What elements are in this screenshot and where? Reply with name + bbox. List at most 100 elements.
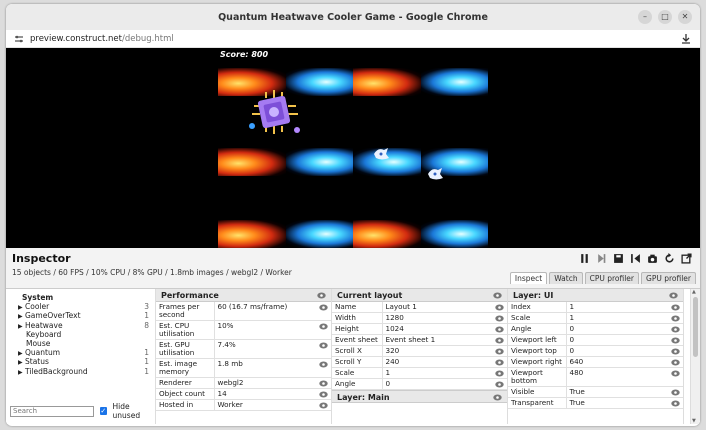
eye-icon[interactable] [671, 348, 680, 355]
tree-item-label: Mouse [26, 338, 51, 348]
tree-item-gameovertext[interactable]: ▶ GameOverText 1 [18, 311, 149, 320]
eye-icon[interactable] [671, 389, 680, 396]
property-value-cell[interactable]: 0 [382, 378, 507, 390]
property-value-cell[interactable]: Layout 1 [382, 302, 507, 313]
tree-item-tiledbackground[interactable]: ▶ TiledBackground 1 [18, 367, 149, 376]
tree-item-mouse[interactable]: Mouse [18, 339, 149, 348]
tree-item-label: Heatwave [25, 320, 63, 330]
property-value-cell[interactable]: 1.8 mb [214, 358, 331, 378]
pause-icon[interactable] [579, 253, 590, 264]
tab-gpu-profiler[interactable]: GPU profiler [641, 272, 696, 284]
eye-icon[interactable] [493, 394, 502, 401]
eye-icon[interactable] [495, 315, 504, 322]
minimize-button[interactable]: – [638, 10, 652, 24]
property-value-cell[interactable]: Event sheet 1 [382, 334, 507, 346]
property-value-cell[interactable]: 14 [214, 388, 331, 400]
tree-item-quantum[interactable]: ▶ Quantum 1 [18, 348, 149, 357]
tree-item-system[interactable]: System [18, 293, 149, 302]
maximize-button[interactable]: □ [658, 10, 672, 24]
eye-icon[interactable] [671, 370, 680, 377]
property-value-cell[interactable]: 0 [566, 345, 683, 357]
eye-icon[interactable] [319, 304, 328, 311]
expand-arrow-icon[interactable]: ▶ [18, 368, 25, 377]
eye-icon[interactable] [319, 323, 328, 330]
object-list: System ▶ Cooler 3 ▶ GameOverText 1 ▶ Heatwave… [6, 289, 155, 376]
search-input[interactable] [10, 405, 94, 417]
eye-icon[interactable] [671, 315, 680, 322]
eye-icon[interactable] [495, 381, 504, 388]
tab-watch[interactable]: Watch [549, 272, 583, 284]
eye-icon[interactable] [671, 400, 680, 407]
scroll-up-icon[interactable]: ▲ [692, 289, 696, 295]
step-icon[interactable] [596, 253, 607, 264]
property-value-cell[interactable]: 1 [566, 312, 683, 324]
reload-icon[interactable] [664, 253, 675, 264]
property-value-cell[interactable]: 10% [214, 320, 331, 340]
eye-icon[interactable] [671, 326, 680, 333]
eye-icon[interactable] [495, 370, 504, 377]
game-canvas[interactable]: Score: 800 [6, 48, 700, 248]
address-bar[interactable]: preview.construct.net/debug.html [6, 30, 700, 48]
eye-icon[interactable] [319, 391, 328, 398]
eye-icon[interactable] [671, 359, 680, 366]
eye-icon[interactable] [319, 402, 328, 409]
property-value-cell[interactable]: 1280 [382, 312, 507, 324]
property-name: Est. CPU utilisation [156, 320, 215, 340]
heatwave-blue [285, 148, 353, 176]
tree-item-label: Cooler [25, 302, 50, 312]
tree-item-status[interactable]: ▶ Status 1 [18, 357, 149, 366]
eye-icon[interactable] [671, 304, 680, 311]
eye-icon[interactable] [319, 342, 328, 349]
url-path: /debug.html [122, 33, 174, 44]
eye-icon[interactable] [319, 380, 328, 387]
eye-icon[interactable] [495, 359, 504, 366]
property-value-cell[interactable]: 60 (16.7 ms/frame) [214, 302, 331, 321]
eye-icon[interactable] [493, 292, 502, 299]
property-value-cell[interactable]: 320 [382, 345, 507, 357]
tree-item-keyboard[interactable]: Keyboard [18, 330, 149, 339]
restart-icon[interactable] [630, 253, 641, 264]
eye-icon[interactable] [319, 361, 328, 368]
property-value-cell[interactable]: True [566, 386, 683, 398]
property-row: Width 1280 [332, 312, 507, 324]
close-button[interactable]: ✕ [678, 10, 692, 24]
tree-item-count: 3 [144, 302, 149, 312]
property-value-cell[interactable]: 240 [382, 356, 507, 368]
url-text[interactable]: preview.construct.net/debug.html [30, 34, 174, 44]
property-value-cell[interactable]: 0 [566, 334, 683, 346]
scroll-down-icon[interactable]: ▼ [692, 418, 696, 424]
eye-icon[interactable] [317, 292, 326, 299]
download-icon[interactable] [680, 33, 692, 45]
tune-icon[interactable] [14, 34, 24, 44]
scrollbar-thumb[interactable] [693, 297, 698, 357]
property-value-cell[interactable]: 0 [566, 323, 683, 335]
property-value: 320 [385, 346, 400, 355]
property-value-cell[interactable]: webgl2 [214, 377, 331, 389]
property-row: Scroll X 320 [332, 345, 507, 357]
property-value-cell[interactable]: 640 [566, 356, 683, 368]
property-value: 60 (16.7 ms/frame) [217, 302, 288, 311]
property-value-cell[interactable]: 1 [382, 367, 507, 379]
eye-icon[interactable] [495, 304, 504, 311]
eye-icon[interactable] [669, 292, 678, 299]
property-value-cell[interactable]: 7.4% [214, 339, 331, 359]
property-value-cell[interactable]: 480 [566, 367, 683, 387]
eye-icon[interactable] [495, 348, 504, 355]
hide-unused-checkbox[interactable]: ✓ [100, 407, 107, 415]
tree-item-cooler[interactable]: ▶ Cooler 3 [18, 302, 149, 311]
camera-icon[interactable] [647, 253, 658, 264]
popout-icon[interactable] [681, 253, 692, 264]
eye-icon[interactable] [495, 337, 504, 344]
eye-icon[interactable] [671, 337, 680, 344]
tab-inspect[interactable]: Inspect [509, 272, 548, 284]
save-icon[interactable] [613, 253, 624, 264]
property-value-cell[interactable]: 1 [566, 302, 683, 313]
eye-icon[interactable] [495, 326, 504, 333]
property-value-cell[interactable]: Worker [214, 399, 331, 411]
scrollbar[interactable]: ▲ ▼ [690, 289, 700, 424]
tree-item-heatwave[interactable]: ▶ Heatwave 8 [18, 321, 149, 330]
property-value-cell[interactable]: 1024 [382, 323, 507, 335]
tab-cpu-profiler[interactable]: CPU profiler [584, 272, 640, 284]
property-value: 1 [569, 302, 575, 311]
property-value-cell[interactable]: True [566, 397, 683, 409]
